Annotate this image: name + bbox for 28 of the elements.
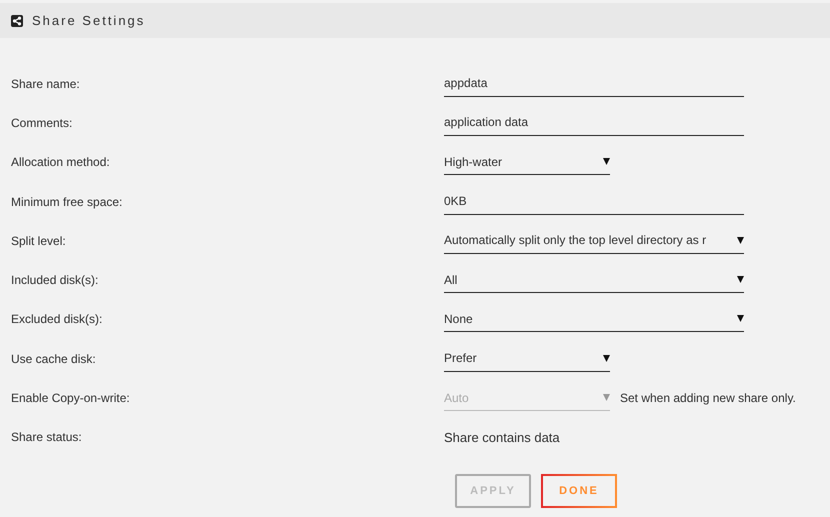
dropdown[interactable]: All bbox=[444, 267, 744, 294]
text-field[interactable]: 0KB bbox=[444, 188, 744, 215]
dropdown[interactable]: High-water bbox=[444, 149, 610, 176]
field-label: Enable Copy-on-write: bbox=[10, 390, 131, 408]
caret-icon bbox=[737, 236, 744, 244]
field-label: Comments: bbox=[10, 114, 74, 132]
panel-title: Share Settings bbox=[32, 12, 146, 30]
text-field[interactable]: application data bbox=[444, 110, 744, 136]
field-label: Use cache disk: bbox=[10, 350, 97, 368]
text-field[interactable]: appdata bbox=[444, 70, 744, 97]
field-label: Excluded disk(s): bbox=[10, 311, 104, 328]
field-label: Included disk(s): bbox=[10, 272, 100, 290]
status-text: Share contains data bbox=[444, 428, 560, 447]
caret-icon bbox=[737, 315, 744, 322]
field-label: Share name: bbox=[10, 76, 81, 93]
caret-icon bbox=[737, 276, 744, 284]
caret-icon bbox=[603, 158, 610, 166]
field-label: Minimum free space: bbox=[10, 194, 124, 211]
field-label: Allocation method: bbox=[10, 154, 111, 172]
dropdown[interactable]: Prefer bbox=[444, 346, 610, 372]
field-label: Share status: bbox=[10, 429, 83, 446]
dropdown[interactable]: None bbox=[444, 306, 744, 332]
caret-icon bbox=[603, 394, 610, 402]
field-label: Split level: bbox=[10, 232, 67, 250]
dropdown[interactable]: Automatically split only the top level directory as r bbox=[444, 228, 744, 254]
caret-icon bbox=[603, 354, 610, 362]
hint-text: Set when adding new share only. bbox=[620, 390, 796, 408]
share-icon bbox=[11, 14, 23, 26]
